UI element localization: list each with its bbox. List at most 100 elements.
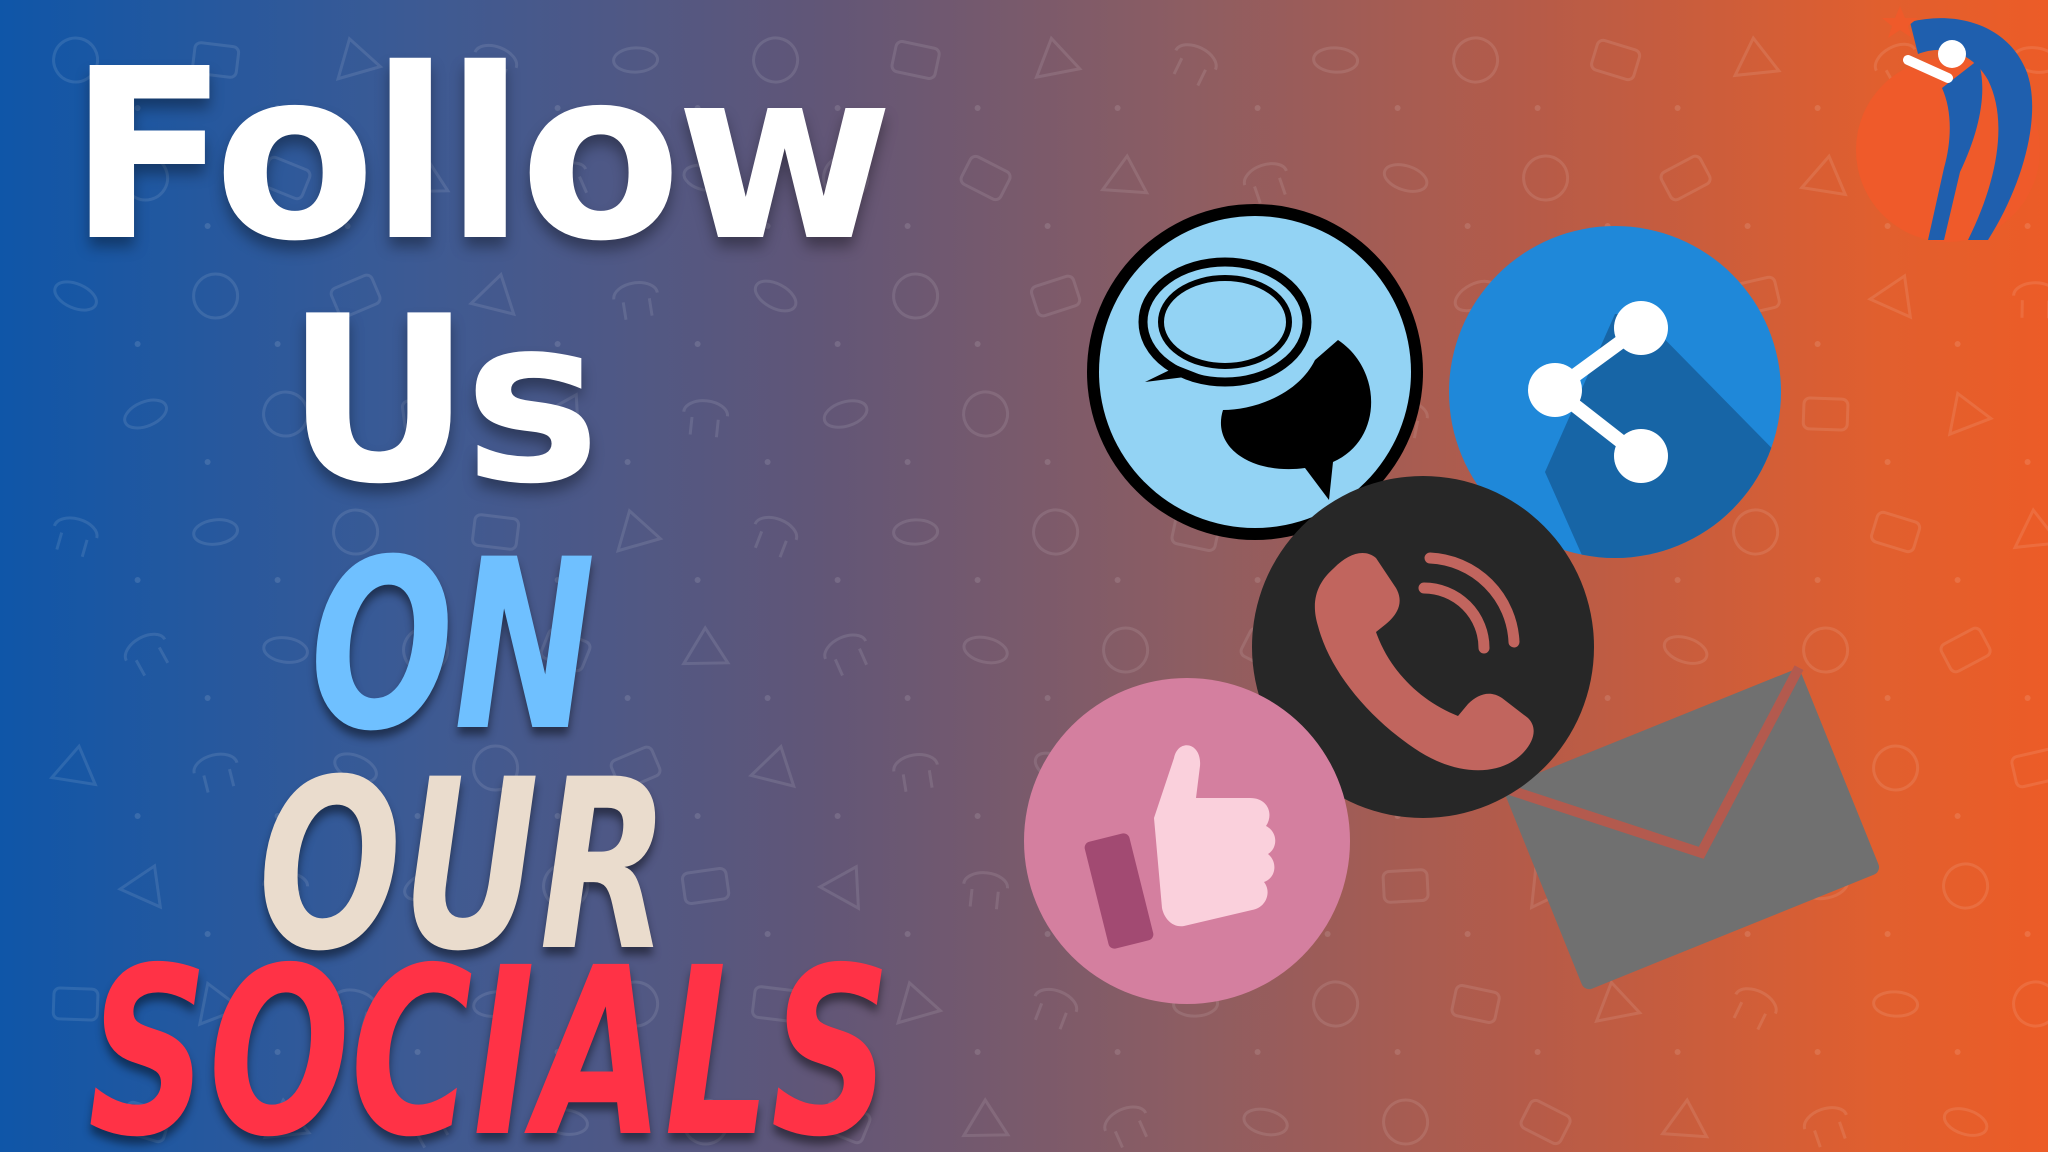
- doodle-shape: [1867, 273, 1913, 320]
- doodle-dot: [1394, 105, 1401, 111]
- doodle-dot: [764, 695, 771, 701]
- doodle-shape: [892, 753, 939, 793]
- doodle-dot: [1954, 1049, 1961, 1055]
- doodle-dot: [624, 459, 631, 465]
- doodle-dot: [1044, 223, 1051, 229]
- doodle-dot: [1114, 577, 1121, 583]
- doodle-dot: [1534, 105, 1541, 111]
- doodle-shape: [822, 399, 869, 429]
- doodle-shape: [2012, 507, 2048, 550]
- doodle-shape: [117, 863, 163, 910]
- doodle-dot: [134, 341, 141, 347]
- doodle-shape: [962, 635, 1009, 665]
- doodle-shape: [1452, 36, 1500, 84]
- doodle-dot: [834, 577, 841, 583]
- doodle-dot: [1114, 105, 1121, 111]
- doodle-shape: [1312, 46, 1360, 74]
- doodle-dot: [204, 695, 211, 701]
- thumbs-up-icon: [1024, 678, 1350, 1004]
- doodle-shape: [753, 515, 799, 558]
- doodle-dot: [904, 459, 911, 465]
- doodle-dot: [2024, 459, 2031, 465]
- doodle-dot: [1254, 1049, 1261, 1055]
- doodle-dot: [1044, 459, 1051, 465]
- doodle-shape: [1381, 868, 1430, 904]
- doodle-shape: [1242, 162, 1288, 204]
- doodle-shape: [1172, 43, 1218, 87]
- doodle-dot: [1534, 1049, 1541, 1055]
- doodle-dot: [274, 341, 281, 347]
- doodle-dot: [904, 223, 911, 229]
- doodle-dot: [1394, 1049, 1401, 1055]
- doodle-shape: [192, 518, 239, 546]
- doodle-dot: [134, 577, 141, 583]
- doodle-dot: [1464, 931, 1471, 937]
- doodle-shape: [262, 636, 309, 664]
- doodle-dot: [1814, 1049, 1821, 1055]
- doodle-shape: [123, 398, 168, 430]
- brand-logo: [1856, 6, 2040, 242]
- doodle-shape: [682, 399, 729, 438]
- headline-us: Us: [285, 268, 601, 535]
- doodle-shape: [1659, 154, 1712, 202]
- doodle-dot: [134, 813, 141, 819]
- doodle-dot: [974, 577, 981, 583]
- doodle-shape: [1590, 38, 1642, 82]
- doodle-shape: [892, 272, 940, 320]
- doodle-dot: [974, 813, 981, 819]
- doodle-shape: [1032, 508, 1080, 556]
- doodle-shape: [1947, 390, 1994, 437]
- doodle-dot: [764, 459, 771, 465]
- doodle-shape: [1870, 510, 1922, 554]
- doodle-shape: [1798, 153, 1848, 197]
- doodle-dot: [1814, 577, 1821, 583]
- doodle-dot: [1954, 813, 1961, 819]
- doodle-shape: [1034, 35, 1083, 80]
- doodle-shape: [1659, 1097, 1710, 1139]
- doodle-shape: [1802, 1106, 1848, 1148]
- doodle-dot: [1254, 105, 1261, 111]
- doodle-dot: [694, 341, 701, 347]
- doodle-shape: [1732, 35, 1782, 78]
- doodle-dot: [904, 695, 911, 701]
- doodle-shape: [1942, 1107, 1989, 1137]
- doodle-shape: [1942, 862, 1990, 910]
- doodle-shape: [1939, 626, 1992, 674]
- doodle-shape: [53, 516, 99, 558]
- doodle-shape: [2012, 980, 2048, 1028]
- doodle-shape: [1029, 274, 1082, 318]
- doodle-dot: [1814, 105, 1821, 111]
- doodle-dot: [834, 813, 841, 819]
- doodle-dot: [834, 341, 841, 347]
- doodle-dot: [1954, 577, 1961, 583]
- doodle-dot: [1884, 459, 1891, 465]
- doodle-shape: [962, 871, 1009, 910]
- doodle-shape: [1519, 1098, 1572, 1146]
- thumbnail-canvas: Follow Us ON OUR SOCIALS: [0, 0, 2048, 1152]
- doodle-shape: [2010, 747, 2048, 789]
- doodle-dot: [204, 459, 211, 465]
- doodle-shape: [959, 154, 1012, 202]
- doodle-shape: [892, 518, 940, 546]
- doodle-shape: [1242, 1107, 1289, 1137]
- doodle-shape: [192, 752, 239, 793]
- doodle-shape: [890, 39, 941, 81]
- doodle-dot: [1814, 341, 1821, 347]
- doodle-shape: [1099, 153, 1150, 195]
- doodle-dot: [2024, 695, 2031, 701]
- doodle-dot: [1674, 1049, 1681, 1055]
- doodle-dot: [274, 577, 281, 583]
- doodle-shape: [1382, 163, 1429, 193]
- doodle-dot: [2024, 931, 2031, 937]
- doodle-dot: [974, 341, 981, 347]
- doodle-shape: [1102, 626, 1150, 674]
- doodle-dot: [974, 105, 981, 111]
- doodle-shape: [962, 390, 1010, 438]
- headline-socials-text: SOCIALS: [88, 918, 892, 1152]
- doodle-shape: [1801, 396, 1850, 432]
- doodle-dot: [1674, 105, 1681, 111]
- doodle-dot: [1954, 341, 1961, 347]
- doodle-shape: [123, 632, 170, 677]
- doodle-shape: [2012, 281, 2048, 319]
- headline-follow: Follow: [68, 18, 894, 293]
